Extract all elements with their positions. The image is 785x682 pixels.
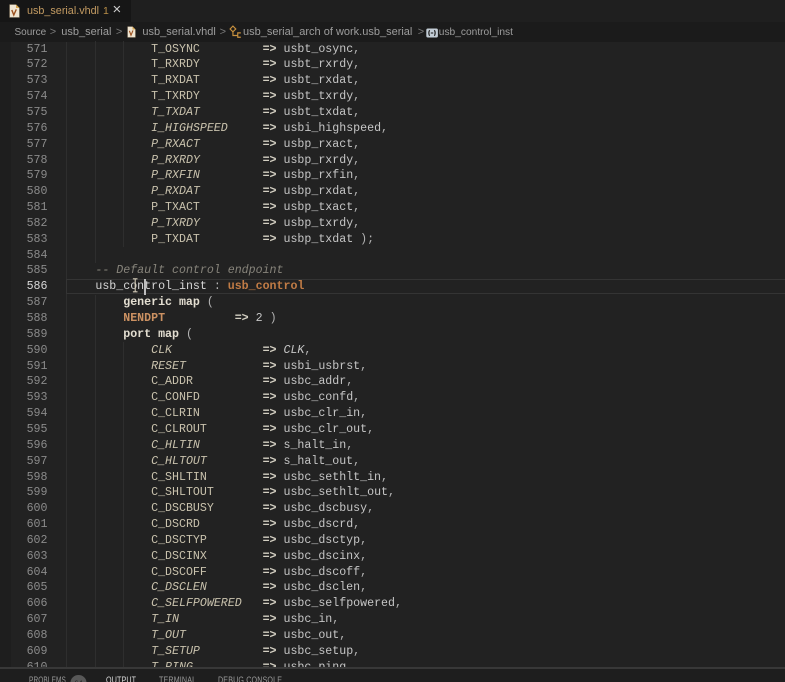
svg-text:64: 64 (74, 678, 82, 682)
